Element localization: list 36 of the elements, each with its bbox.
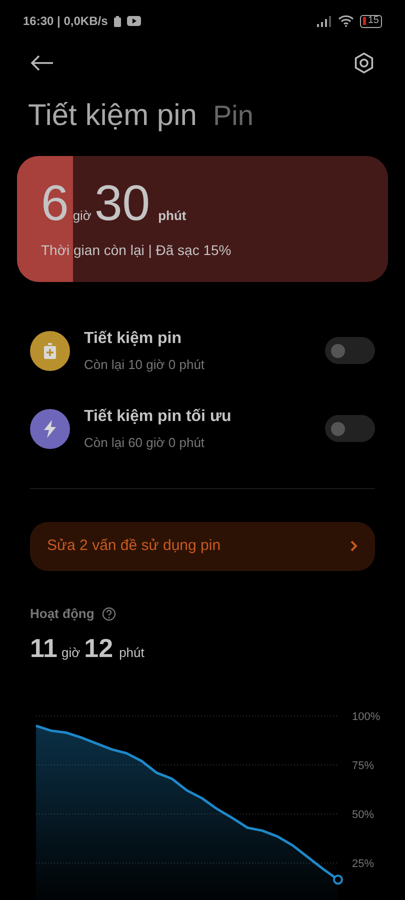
signal-icon [316,16,332,27]
battery-plus-icon [44,342,56,358]
activity-hours: 11 [30,632,58,666]
toggle-switch[interactable] [325,337,375,364]
back-arrow-icon[interactable] [30,54,54,71]
mode-subtitle: Còn lại 60 giờ 0 phút [84,434,206,452]
wifi-icon [338,15,354,28]
mode-subtitle: Còn lại 10 giờ 0 phút [84,356,206,374]
status-time: 16:30 | 0,0KB/s [23,13,108,30]
settings-icon[interactable] [353,52,375,74]
video-icon [126,16,141,26]
hours-value: 6 [41,178,69,228]
activity-label: Hoạt động [30,604,94,623]
mode-title: Tiết kiệm pin tối ưu [84,406,232,427]
mode-title: Tiết kiệm pin [84,328,183,349]
axis-label: 75% [352,760,374,772]
minutes-unit: phút [158,206,186,225]
axis-label: 50% [352,809,374,822]
axis-label: 100% [352,711,380,724]
activity-minutes-unit: phút [119,644,144,662]
tab-label[interactable]: Pin [212,95,254,138]
battery-icon [114,16,121,27]
fix-issues-button[interactable]: Sửa 2 vấn đề sử dụng pin [30,522,375,571]
page-title: Tiết kiệm pin [28,98,197,134]
toggle-switch[interactable] [325,415,375,442]
remaining-caption: Thời gian còn lại | Đã sạc 15% [41,240,232,260]
activity-hours-unit: giờ [62,644,80,662]
hours-unit: giờ [72,206,92,225]
axis-label: 25% [352,858,374,870]
end-point-marker [333,875,343,886]
lightning-icon [43,420,57,438]
help-icon[interactable] [102,606,116,621]
chevron-right-icon [350,540,358,552]
minutes-value: 30 [94,178,150,228]
activity-minutes: 12 [84,632,114,666]
battery-indicator: 15 [360,14,382,28]
